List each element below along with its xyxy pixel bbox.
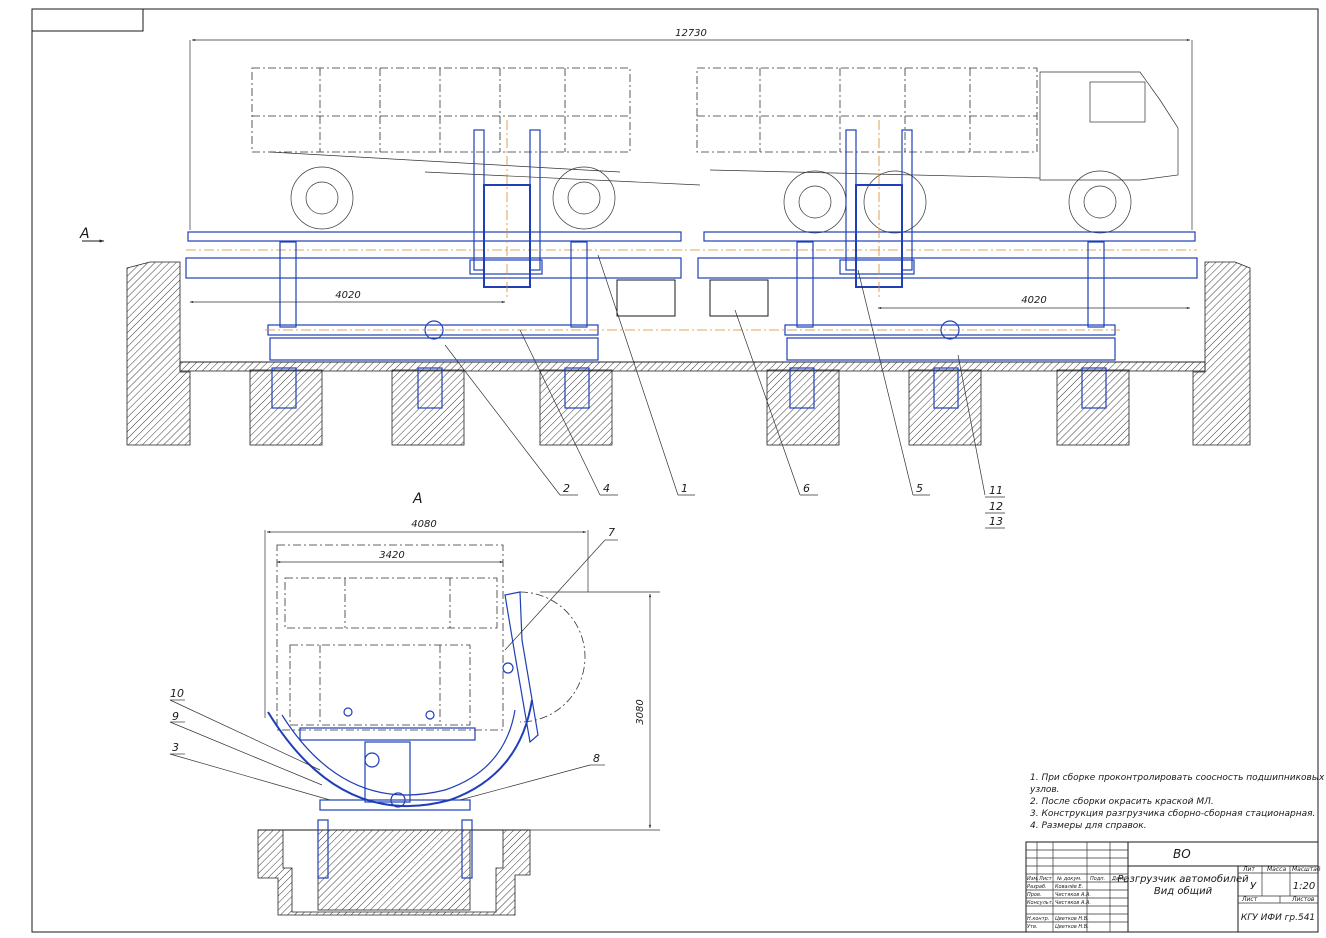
tb-scale-value: 1:20 bbox=[1293, 881, 1315, 892]
foundations bbox=[249, 367, 1130, 446]
section-height-label: 3080 bbox=[635, 699, 646, 724]
tb-title-line1: Разгрузчик автомобилей bbox=[1117, 873, 1249, 885]
callout-4: 4 bbox=[603, 482, 610, 495]
support-columns bbox=[279, 241, 1105, 328]
span-dimensions: 4020 4020 bbox=[189, 290, 1191, 310]
callout-1: 1 bbox=[681, 482, 688, 495]
span-left-label: 4020 bbox=[335, 290, 360, 301]
tb-name-0: Ковалёв Е. bbox=[1055, 884, 1083, 890]
section-a-view: А 4080 3420 3080 bbox=[169, 491, 660, 916]
note-4: 4. Размеры для справок. bbox=[1030, 821, 1147, 831]
sheet-frame bbox=[31, 8, 1319, 933]
clamp-frame-right bbox=[839, 120, 915, 300]
tb-sheet-label: Лист bbox=[1241, 896, 1258, 903]
tb-role-4: Утв. bbox=[1027, 924, 1038, 930]
note-3: 3. Конструкция разгрузчика сборно-сборна… bbox=[1030, 809, 1315, 819]
callout-12: 12 bbox=[989, 500, 1003, 513]
note-1-cont: узлов. bbox=[1029, 785, 1060, 795]
callout-8: 8 bbox=[593, 752, 600, 765]
callout-13: 13 bbox=[989, 515, 1003, 528]
section-a-label: А bbox=[412, 491, 423, 507]
clamp-frame-left bbox=[469, 120, 543, 300]
title-block: ВО Разгрузчик автомобилей Вид общий Лит … bbox=[1025, 841, 1321, 933]
tb-scale-header: Масштаб bbox=[1292, 866, 1321, 873]
tb-role-0: Разраб. bbox=[1027, 884, 1047, 890]
drive-shafts bbox=[265, 320, 1120, 361]
callout-7: 7 bbox=[608, 526, 615, 539]
tb-org: КГУ ИФИ гр.541 bbox=[1241, 913, 1315, 923]
callout-5: 5 bbox=[916, 482, 923, 495]
drive-units bbox=[616, 279, 769, 317]
view-a-arrow: А bbox=[79, 226, 105, 243]
tb-hdr-sign: Подп. bbox=[1090, 876, 1105, 882]
tb-designation: ВО bbox=[1173, 847, 1191, 861]
truck-body bbox=[696, 67, 1179, 234]
tb-hdr-date: Дата bbox=[1111, 876, 1125, 882]
callout-6: 6 bbox=[803, 482, 810, 495]
view-a-label: А bbox=[79, 226, 90, 242]
overall-dimension: 12730 bbox=[189, 28, 1193, 230]
callout-10: 10 bbox=[170, 687, 184, 700]
tb-hdr-izm: Изм. bbox=[1027, 876, 1039, 882]
tb-name-4: Цветков Н.В. bbox=[1055, 924, 1089, 930]
callout-9: 9 bbox=[172, 710, 179, 723]
tb-role-3: Н.контр. bbox=[1027, 916, 1049, 922]
tb-name-2: Чистяков А.А. bbox=[1055, 900, 1091, 906]
drawing-sheet: 12730 4020 4020 А 2 4 1 6 5 11 12 13 А 4… bbox=[31, 8, 1325, 933]
technical-notes: 1. При сборке проконтролировать соосност… bbox=[1029, 773, 1325, 831]
overall-length-label: 12730 bbox=[675, 28, 707, 39]
callout-11: 11 bbox=[989, 484, 1003, 497]
tb-title-line2: Вид общий bbox=[1154, 885, 1213, 897]
tb-lit-value: У bbox=[1250, 881, 1257, 892]
tb-role-1: Пров. bbox=[1027, 892, 1042, 898]
rails bbox=[185, 231, 1198, 279]
section-width-inner-label: 3420 bbox=[379, 550, 404, 561]
tb-sheets-label: Листов bbox=[1291, 896, 1315, 903]
note-2: 2. После сборки окрасить краской МЛ. bbox=[1030, 797, 1214, 807]
callout-3: 3 bbox=[172, 741, 179, 754]
trailer-body bbox=[251, 67, 701, 230]
tb-hdr-doc: № докум. bbox=[1056, 876, 1082, 882]
tb-hdr-list: Лист bbox=[1038, 876, 1053, 882]
side-view: 12730 4020 4020 А 2 4 1 6 5 11 12 13 bbox=[79, 28, 1251, 529]
note-1: 1. При сборке проконтролировать соосност… bbox=[1030, 773, 1325, 783]
tb-name-1: Чистяков А.А. bbox=[1055, 892, 1091, 898]
span-right-label: 4020 bbox=[1021, 295, 1046, 306]
tb-role-2: Консульт. bbox=[1027, 900, 1053, 906]
tb-name-3: Цветков Н.В. bbox=[1055, 916, 1089, 922]
tb-mass-header: Масса bbox=[1267, 866, 1286, 873]
tb-lit-header: Лит bbox=[1242, 866, 1255, 873]
section-width-outer-label: 4080 bbox=[411, 519, 436, 530]
callout-2: 2 bbox=[563, 482, 570, 495]
